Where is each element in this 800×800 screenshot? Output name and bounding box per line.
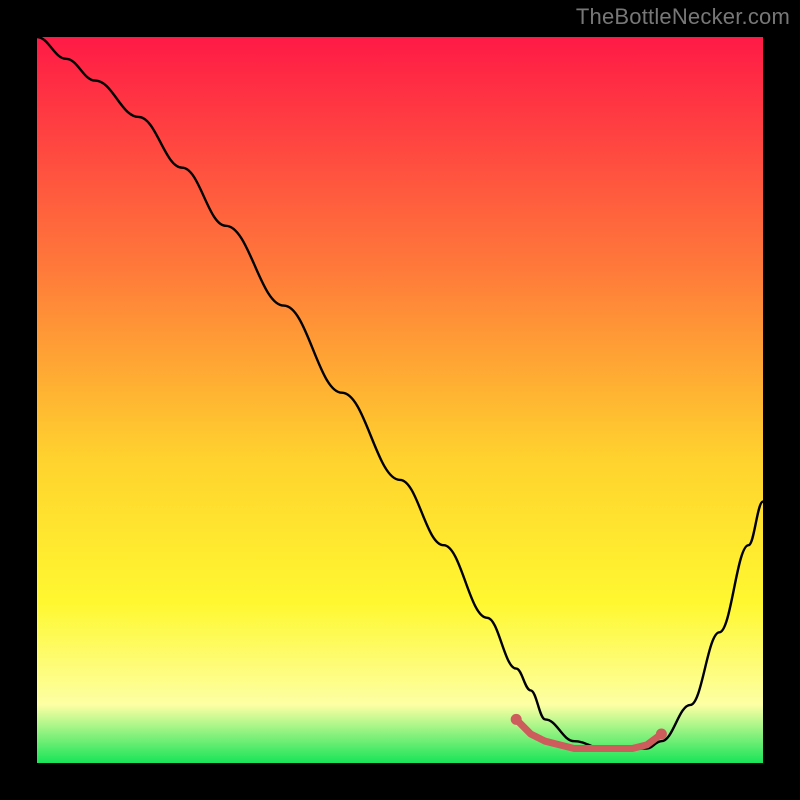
gradient-background [37, 37, 763, 763]
trough-marker-dot [656, 729, 667, 740]
trough-marker-dot [511, 714, 522, 725]
chart-svg [37, 37, 763, 763]
chart-plot-area [37, 37, 763, 763]
chart-frame: TheBottleNecker.com [0, 0, 800, 800]
attribution-label: TheBottleNecker.com [576, 4, 790, 30]
